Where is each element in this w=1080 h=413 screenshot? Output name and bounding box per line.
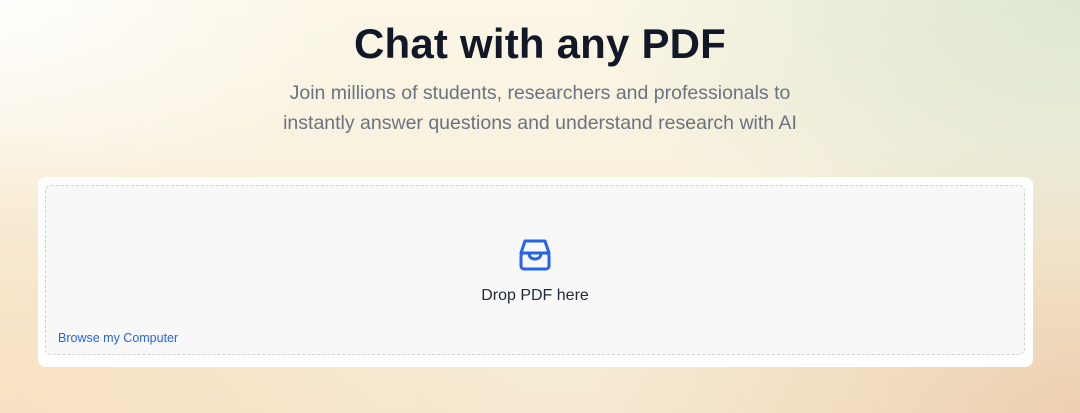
subtitle-line-1: Join millions of students, researchers a… (289, 82, 791, 104)
browse-computer-link[interactable]: Browse my Computer (58, 330, 178, 346)
upload-card: Drop PDF here Browse my Computer (38, 177, 1033, 367)
page-subtitle: Join millions of students, researchers a… (240, 78, 840, 138)
inbox-icon (516, 236, 554, 274)
drop-pdf-label: Drop PDF here (481, 287, 589, 304)
subtitle-line-2: instantly answer questions and understan… (283, 112, 797, 134)
page-title: Chat with any PDF (353, 20, 727, 67)
pdf-dropzone[interactable]: Drop PDF here Browse my Computer (45, 185, 1025, 355)
